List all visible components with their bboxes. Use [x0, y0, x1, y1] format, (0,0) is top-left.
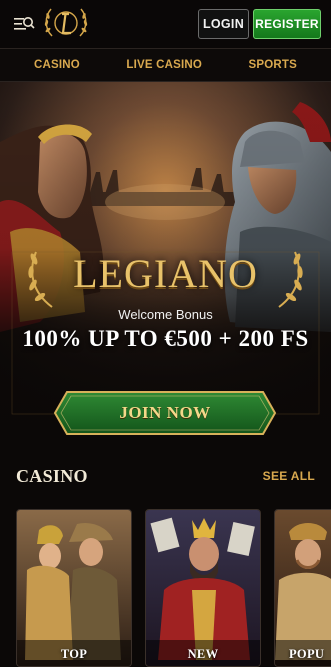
- card-new-artwork: [146, 510, 260, 666]
- hero-banner[interactable]: LEGIANO Welcome Bonus 100% UP TO €500 + …: [0, 82, 331, 450]
- nav-item-casino[interactable]: CASINO: [34, 59, 80, 71]
- hero-offer-text: 100% UP TO €500 + 200 FS: [22, 326, 309, 351]
- join-now-button[interactable]: JOIN NOW: [53, 390, 277, 436]
- see-all-link[interactable]: SEE ALL: [263, 469, 315, 483]
- card-popular-label: POPU: [289, 647, 325, 661]
- casino-card-top[interactable]: TOP: [16, 509, 132, 667]
- card-new-label: NEW: [187, 647, 219, 661]
- menu-search-icon[interactable]: [13, 13, 35, 35]
- card-popular-artwork: [275, 510, 331, 666]
- casino-section-title: CASINO: [16, 466, 88, 486]
- nav-item-sports[interactable]: SPORTS: [249, 59, 298, 71]
- header: LOGIN REGISTER: [0, 0, 331, 48]
- main-nav: CASINO LIVE CASINO SPORTS: [0, 48, 331, 82]
- nav-item-live-casino[interactable]: LIVE CASINO: [126, 59, 202, 71]
- legiano-crest-icon[interactable]: [42, 4, 90, 44]
- card-top-label: TOP: [60, 647, 88, 661]
- casino-card-new[interactable]: NEW: [145, 509, 261, 667]
- join-now-label: JOIN NOW: [119, 403, 211, 422]
- card-top-artwork: [17, 510, 131, 666]
- hero-subtitle: Welcome Bonus: [118, 307, 213, 322]
- hero-brand-logo: LEGIANO: [73, 251, 258, 296]
- casino-card-popular[interactable]: POPU: [274, 509, 331, 667]
- login-button[interactable]: LOGIN: [198, 9, 249, 39]
- casino-section-header: CASINO SEE ALL: [0, 460, 331, 492]
- register-button[interactable]: REGISTER: [253, 9, 321, 39]
- casino-cards-row: TOP NEW POPU: [0, 509, 331, 667]
